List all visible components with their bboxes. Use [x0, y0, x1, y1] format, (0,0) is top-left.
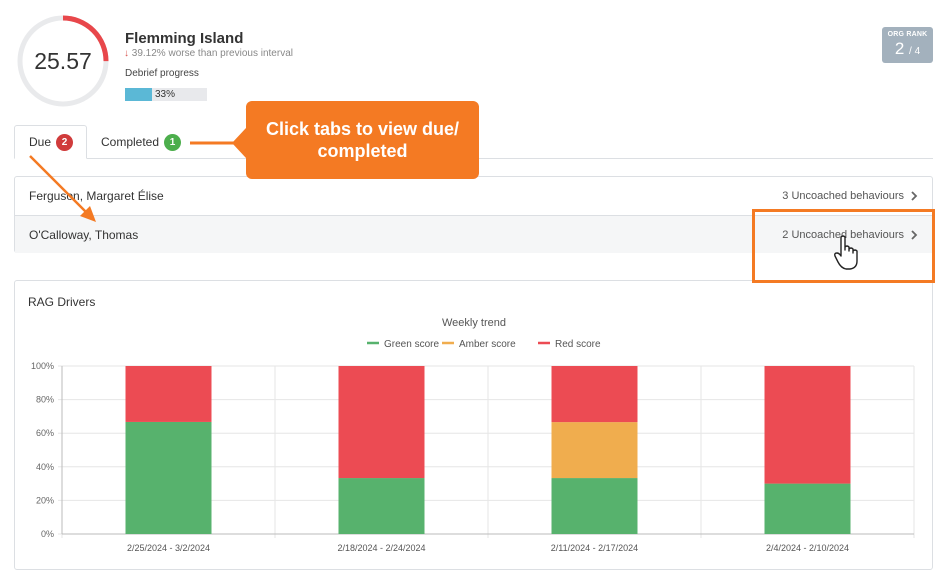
org-rank-total: / 4 [909, 46, 921, 57]
employee-name: Ferguson, Margaret Élise [29, 189, 164, 203]
uncoached-status: 3 Uncoached behaviours [782, 190, 918, 202]
tab-due-label: Due [29, 135, 52, 149]
org-rank-label: ORG RANK [887, 31, 928, 38]
hand-cursor-icon [834, 235, 858, 270]
org-rank-value: 2 / 4 [882, 39, 933, 59]
score-value: 25.57 [34, 48, 92, 74]
tab-completed-count-badge: 1 [164, 133, 182, 151]
chevron-right-icon [911, 191, 918, 201]
trend-indicator: ↓ 39.12% worse than previous interval [124, 48, 293, 59]
location-name: Flemming Island [125, 30, 244, 47]
arrow-down-icon: ↓ [124, 48, 129, 59]
debrief-progress-fill [125, 88, 153, 101]
uncoached-count-text: 3 Uncoached behaviours [782, 190, 904, 202]
org-rank-badge: ORG RANK 2 / 4 [882, 27, 933, 63]
tutorial-callout: Click tabs to view due/ completed [246, 101, 479, 179]
org-rank-number: 2 [894, 39, 905, 58]
tab-due-count-badge: 2 [56, 133, 74, 151]
callout-pointer-tip [232, 128, 246, 158]
score-gauge: 25.57 [16, 14, 110, 108]
rag-drivers-panel [14, 280, 933, 570]
debrief-progress-bar: 33% [125, 88, 207, 101]
tab-due[interactable]: Due 2 [14, 125, 87, 159]
tab-completed-label: Completed [101, 135, 160, 149]
employee-name: O'Calloway, Thomas [29, 227, 139, 242]
trend-text: 39.12% worse than previous interval [131, 48, 293, 59]
debrief-progress-label: Debrief progress [125, 68, 199, 79]
rag-drivers-title: RAG Drivers [28, 295, 96, 309]
debrief-progress-text: 33% [155, 89, 176, 100]
tab-completed[interactable]: Completed 1 [87, 125, 195, 159]
